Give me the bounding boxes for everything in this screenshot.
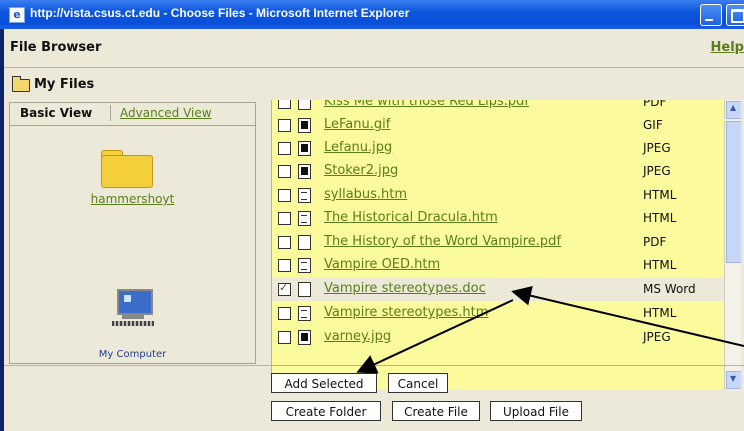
add-selected-button[interactable]: Add Selected — [271, 373, 377, 393]
tab-basic-view[interactable]: Basic View — [20, 106, 92, 120]
list-item[interactable]: LeFanu.gif GIF — [272, 114, 724, 137]
file-name-link[interactable]: Lefanu.jpg — [324, 140, 392, 155]
list-item[interactable]: syllabus.htm HTML — [272, 184, 724, 207]
section-label: My Files — [34, 77, 95, 92]
file-checkbox[interactable] — [278, 236, 291, 249]
file-type: HTML — [643, 211, 677, 225]
file-type: HTML — [643, 188, 677, 202]
list-item[interactable]: The History of the Word Vampire.pdf PDF — [272, 231, 724, 254]
text-document-icon — [298, 211, 311, 226]
file-checkbox[interactable] — [278, 142, 291, 155]
file-checkbox-checked[interactable] — [278, 281, 291, 296]
image-icon — [298, 330, 311, 345]
upload-file-button[interactable]: Upload File — [490, 401, 582, 421]
file-name-link[interactable]: varney.jpg — [324, 329, 391, 344]
file-checkbox[interactable] — [278, 307, 291, 320]
folder-link-hammershoyt[interactable]: hammershoyt — [10, 192, 255, 206]
file-name-link[interactable]: LeFanu.gif — [324, 117, 390, 132]
view-tabs: Basic View Advanced View — [10, 103, 255, 126]
file-name-link[interactable]: Stoker2.jpg — [324, 163, 398, 178]
list-item[interactable]: Lefanu.jpg JPEG — [272, 137, 724, 160]
file-name-link[interactable]: The Historical Dracula.htm — [324, 210, 498, 225]
header: File Browser Help — [4, 37, 744, 59]
file-checkbox[interactable] — [278, 331, 291, 344]
image-icon — [298, 164, 311, 179]
text-document-icon — [298, 306, 311, 321]
vertical-scrollbar[interactable] — [724, 100, 741, 390]
image-icon — [298, 141, 311, 156]
list-item[interactable]: Vampire OED.htm HTML — [272, 254, 724, 277]
file-type: JPEG — [643, 141, 671, 155]
page-title: File Browser — [10, 40, 102, 55]
window-title: http://vista.csus.ct.edu - Choose Files … — [30, 6, 410, 20]
file-type: PDF — [643, 235, 667, 249]
document-icon — [298, 235, 311, 250]
ie-page-icon: e — [9, 7, 25, 23]
image-icon — [298, 118, 311, 133]
file-type: JPEG — [643, 164, 671, 178]
scroll-down-icon[interactable] — [726, 371, 741, 389]
title-bar: e http://vista.csus.ct.edu - Choose File… — [0, 0, 744, 29]
header-divider — [4, 67, 744, 68]
folder-icon[interactable] — [101, 150, 153, 188]
file-type: HTML — [643, 258, 677, 272]
list-item[interactable]: Vampire stereotypes.htm HTML — [272, 302, 724, 325]
file-type: MS Word — [643, 282, 696, 296]
help-link[interactable]: Help — [711, 40, 744, 55]
file-checkbox[interactable] — [278, 212, 291, 225]
file-list: Kiss Me with those Red Lips.pdf PDF LeFa… — [271, 100, 741, 390]
scroll-thumb[interactable] — [726, 121, 741, 263]
create-file-button[interactable]: Create File — [392, 401, 480, 421]
file-name-link[interactable]: Vampire stereotypes.doc — [324, 281, 486, 296]
list-item-selected[interactable]: Vampire stereotypes.doc MS Word — [272, 278, 724, 301]
cancel-button[interactable]: Cancel — [388, 373, 448, 393]
document-icon — [298, 282, 311, 297]
file-checkbox[interactable] — [278, 189, 291, 202]
footer-divider — [4, 365, 744, 366]
tab-separator — [110, 105, 111, 121]
file-checkbox[interactable] — [278, 119, 291, 132]
file-type: JPEG — [643, 330, 671, 344]
file-checkbox[interactable] — [278, 165, 291, 178]
file-name-link[interactable]: The History of the Word Vampire.pdf — [324, 234, 561, 249]
file-browser-window: File Browser Help My Files Basic View Ad… — [4, 29, 744, 431]
file-name-link[interactable]: Kiss Me with those Red Lips.pdf — [324, 100, 529, 109]
maximize-button[interactable] — [726, 4, 744, 26]
file-name-link[interactable]: syllabus.htm — [324, 187, 407, 202]
minimize-button[interactable] — [700, 4, 722, 26]
tab-advanced-view[interactable]: Advanced View — [120, 106, 212, 120]
file-name-link[interactable]: Vampire stereotypes.htm — [324, 305, 488, 320]
text-document-icon — [298, 258, 311, 273]
my-computer-icon[interactable] — [102, 275, 162, 335]
text-document-icon — [298, 188, 311, 203]
create-folder-button[interactable]: Create Folder — [271, 401, 381, 421]
file-type: HTML — [643, 306, 677, 320]
file-checkbox[interactable] — [278, 259, 291, 272]
file-type: PDF — [643, 100, 667, 109]
file-checkbox[interactable] — [278, 100, 291, 109]
folder-open-icon — [12, 76, 30, 92]
left-panel: Basic View Advanced View hammershoyt My … — [9, 102, 256, 364]
list-item[interactable]: Kiss Me with those Red Lips.pdf PDF — [272, 100, 724, 114]
scroll-up-icon[interactable] — [726, 101, 741, 119]
my-computer-label[interactable]: My Computer — [10, 349, 255, 360]
list-item[interactable]: varney.jpg JPEG — [272, 326, 724, 349]
file-name-link[interactable]: Vampire OED.htm — [324, 257, 440, 272]
document-icon — [298, 100, 311, 110]
list-item[interactable]: Stoker2.jpg JPEG — [272, 160, 724, 183]
list-item[interactable]: The Historical Dracula.htm HTML — [272, 207, 724, 230]
file-type: GIF — [643, 118, 663, 132]
